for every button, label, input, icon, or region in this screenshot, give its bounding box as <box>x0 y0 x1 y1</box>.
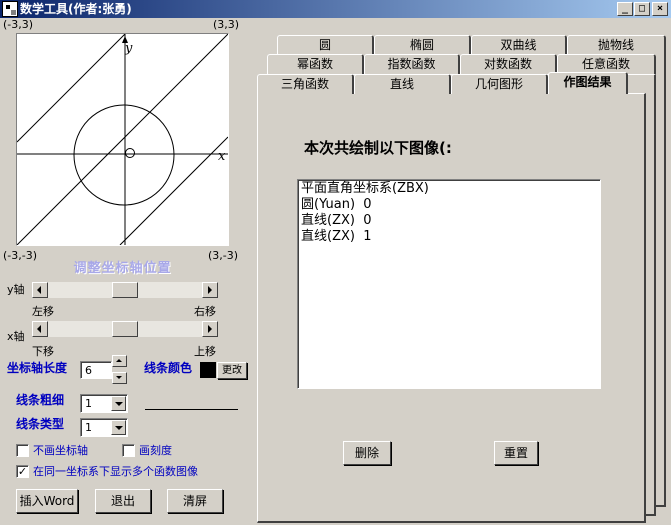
axis-length-input[interactable]: 6 <box>80 361 112 379</box>
axis-length-value: 6 <box>85 364 92 377</box>
exit-button[interactable]: 退出 <box>95 489 151 513</box>
line-curve-2 <box>17 34 228 245</box>
multi-graph-checkbox[interactable]: ✓ <box>16 465 29 478</box>
tab-power-function[interactable]: 幂函数 <box>267 54 364 74</box>
tab-hyperbola[interactable]: 双曲线 <box>471 35 567 55</box>
tab-plot-result[interactable]: 作图结果 <box>548 72 628 94</box>
y-axis-control-label: y轴 <box>7 283 25 296</box>
x-axis-label: x <box>218 149 226 164</box>
chevron-down-icon[interactable] <box>111 396 126 411</box>
line-type-value: 1 <box>85 421 92 434</box>
minimize-button[interactable]: _ <box>617 2 633 16</box>
chevron-down-icon[interactable] <box>111 420 126 435</box>
delete-button[interactable]: 删除 <box>343 441 391 465</box>
graph-svg: y x <box>17 34 228 245</box>
graph-canvas[interactable]: y x <box>16 33 229 246</box>
close-button[interactable]: × <box>652 2 668 16</box>
line-color-swatch <box>200 362 216 378</box>
tab-exponential-function[interactable]: 指数函数 <box>364 54 460 74</box>
draw-ticks-label: 画刻度 <box>139 444 172 457</box>
result-heading: 本次共绘制以下图像(: <box>304 139 452 157</box>
tab-parabola[interactable]: 抛物线 <box>567 35 666 55</box>
origin-marker <box>125 148 135 158</box>
app-icon <box>2 1 18 17</box>
list-item[interactable]: 直线(ZX) 0 <box>301 213 597 229</box>
move-left-label: 左移 <box>32 305 54 318</box>
list-item[interactable]: 平面直角坐标系(ZBX) <box>301 181 597 197</box>
tab-logarithmic-function[interactable]: 对数函数 <box>460 54 557 74</box>
scroll-right-arrow-icon[interactable] <box>202 321 218 337</box>
move-up-label: 上移 <box>194 345 216 358</box>
tab-trig-function[interactable]: 三角函数 <box>257 74 354 94</box>
corner-label-top-right: (3,3) <box>213 18 240 31</box>
y-axis-position-scrollbar[interactable] <box>32 282 218 298</box>
corner-label-top-left: (-3,3) <box>3 18 34 31</box>
line-type-select[interactable]: 1 <box>80 418 128 437</box>
line-width-label: 线条粗细 <box>16 393 65 407</box>
tab-geometry[interactable]: 几何图形 <box>451 74 548 94</box>
window-title: 数学工具(作者:张勇) <box>20 2 132 16</box>
no-axis-checkbox[interactable] <box>16 444 29 457</box>
line-width-value: 1 <box>85 397 92 410</box>
list-item[interactable]: 直线(ZX) 1 <box>301 229 597 245</box>
spin-down-arrow-icon[interactable] <box>112 372 127 384</box>
line-style-preview <box>145 409 238 410</box>
scroll-right-arrow-icon[interactable] <box>202 282 218 298</box>
scroll-thumb[interactable] <box>112 321 138 337</box>
maximize-button[interactable]: □ <box>634 2 650 16</box>
spin-up-arrow-icon[interactable] <box>112 355 127 367</box>
move-right-label: 右移 <box>194 305 216 318</box>
scroll-thumb[interactable] <box>112 282 138 298</box>
insert-word-button[interactable]: 插入Word <box>16 489 78 513</box>
draw-ticks-checkbox[interactable] <box>122 444 135 457</box>
axis-length-label: 坐标轴长度 <box>7 361 68 375</box>
x-axis-control-label: x轴 <box>7 330 25 343</box>
clear-screen-button[interactable]: 清屏 <box>167 489 223 513</box>
reset-button[interactable]: 重置 <box>494 441 538 465</box>
line-type-label: 线条类型 <box>16 417 65 431</box>
no-axis-label: 不画坐标轴 <box>33 444 88 457</box>
line-color-label: 线条颜色 <box>144 361 193 375</box>
tab-circle[interactable]: 圆 <box>277 35 374 55</box>
scroll-left-arrow-icon[interactable] <box>32 282 48 298</box>
scroll-left-arrow-icon[interactable] <box>32 321 48 337</box>
move-down-label: 下移 <box>32 345 54 358</box>
x-axis-position-scrollbar[interactable] <box>32 321 218 337</box>
tab-straight-line[interactable]: 直线 <box>354 74 451 94</box>
y-axis-label: y <box>124 41 133 56</box>
multi-graph-label: 在同一坐标系下显示多个函数图像 <box>33 465 198 478</box>
change-color-button[interactable]: 更改 <box>217 362 247 379</box>
result-listbox[interactable]: 平面直角坐标系(ZBX) 圆(Yuan) 0 直线(ZX) 0 直线(ZX) 1 <box>297 179 601 389</box>
list-item[interactable]: 圆(Yuan) 0 <box>301 197 597 213</box>
circle-curve <box>73 104 175 206</box>
tab-any-function[interactable]: 任意函数 <box>557 54 656 74</box>
tab-ellipse[interactable]: 椭圆 <box>374 35 471 55</box>
line-curve-1 <box>17 34 126 143</box>
title-bar: 数学工具(作者:张勇) _ □ × <box>0 0 671 18</box>
line-width-select[interactable]: 1 <box>80 394 128 413</box>
adjust-axis-title: 调整坐标轴位置 <box>73 261 172 276</box>
